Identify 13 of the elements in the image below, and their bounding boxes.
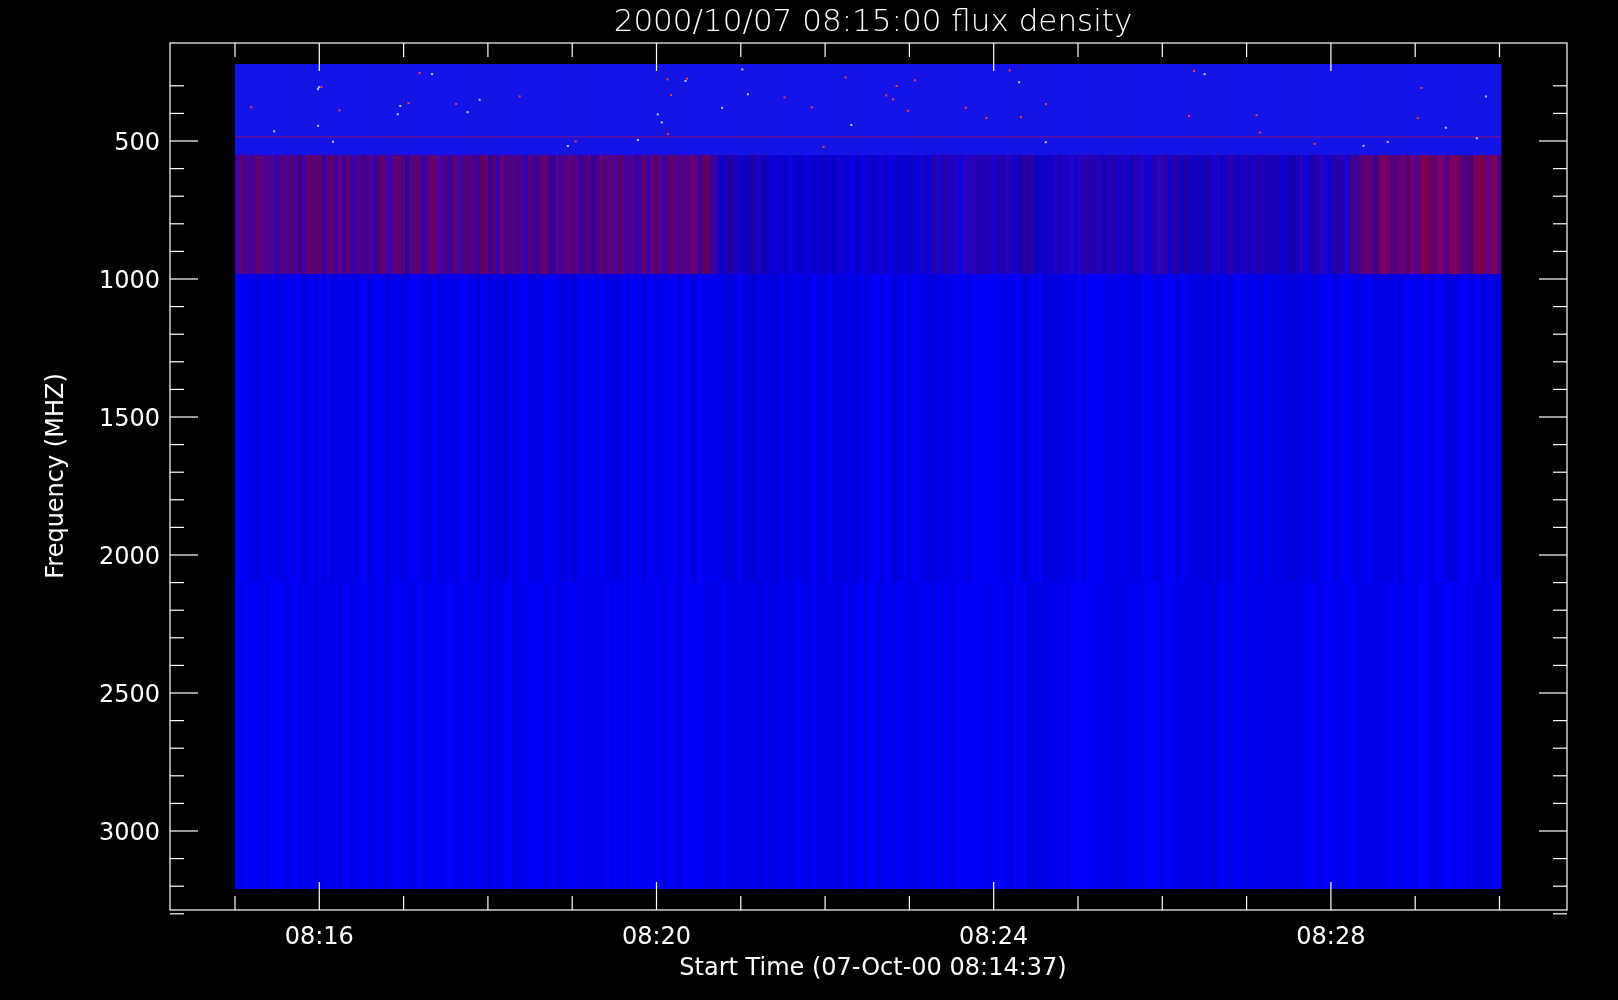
tick-label: 1500	[98, 404, 160, 432]
tick-label: 3000	[98, 818, 160, 846]
tick-label: 08:16	[284, 922, 354, 950]
tick-label: 2000	[98, 542, 160, 570]
tick-label: 08:20	[621, 922, 692, 950]
tick-label: 500	[114, 128, 160, 156]
axis-label: Start Time (07-Oct-00 08:14:37)	[679, 953, 1067, 981]
tick-label: 2500	[98, 680, 160, 708]
chart-title: 2000/10/07 08:15:00 flux density	[613, 2, 1133, 38]
tick-label: 08:24	[959, 922, 1029, 950]
tick-label: 1000	[98, 266, 160, 294]
tick-label: 08:28	[1296, 922, 1366, 950]
axis-label: Frequency (MHZ)	[41, 373, 69, 579]
